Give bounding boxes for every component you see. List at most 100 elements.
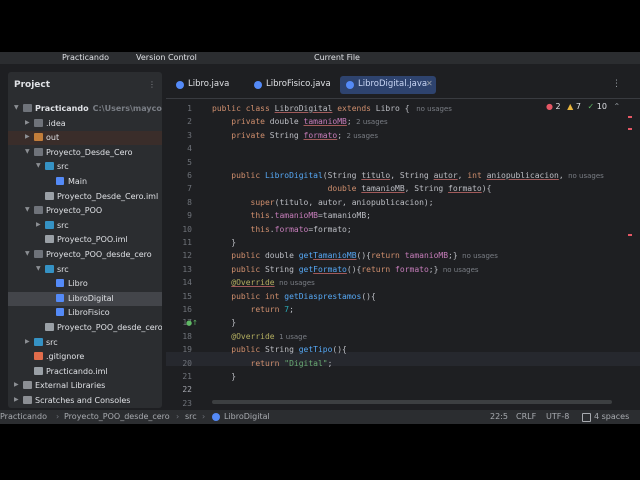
file-encoding[interactable]: UTF-8 <box>546 412 569 421</box>
code-line[interactable]: this.formato=formato; <box>212 225 352 237</box>
tree-item[interactable]: Libro <box>8 277 162 291</box>
project-pane-title[interactable]: Project <box>14 80 50 90</box>
code-line[interactable]: private double tamanioMB; 2 usages <box>212 117 387 129</box>
tree-item-text: Practicando <box>35 104 89 113</box>
tree-item[interactable]: LibroFisico <box>8 306 162 320</box>
usage-hint[interactable]: 2 usages <box>352 118 387 126</box>
tree-item[interactable]: ▼ PracticandoC:\Users\mayco\de <box>8 102 162 116</box>
chevron-down-icon[interactable]: ▼ <box>36 162 41 169</box>
ide-body: Project ⋮ ▼PracticandoC:\Users\mayco\de▶… <box>0 64 640 420</box>
tab-librofisico[interactable]: LibroFisico.java <box>248 76 336 94</box>
tree-item[interactable]: Practicando.iml <box>8 365 162 379</box>
error-mark[interactable] <box>628 234 632 236</box>
run-gutter-icon[interactable]: ●↑ <box>186 319 198 327</box>
tree-item-text: src <box>57 220 69 230</box>
code-token: public <box>231 171 265 180</box>
code-line[interactable]: private String formato; 2 usages <box>212 131 378 143</box>
chevron-up-icon[interactable]: ⌃ <box>614 102 621 111</box>
usage-hint[interactable]: no usages <box>410 105 452 113</box>
code-line[interactable]: this.tamanioMB=tamanioMB; <box>212 211 371 223</box>
tree-item[interactable]: ▶ out <box>8 131 162 146</box>
chevron-down-icon[interactable]: ▼ <box>36 265 41 272</box>
java-class-icon <box>56 279 64 288</box>
tree-item[interactable]: ▶ src <box>8 219 162 233</box>
code-line[interactable]: } <box>212 372 236 384</box>
tree-item[interactable]: .gitignore <box>8 350 162 364</box>
usage-hint[interactable]: no usages <box>564 172 604 180</box>
error-stripe[interactable] <box>628 116 632 236</box>
code-line[interactable]: public String getTipo(){ <box>212 345 347 357</box>
close-icon[interactable]: ✕ <box>426 79 433 88</box>
code-line[interactable]: @Override no usages <box>212 278 315 290</box>
tree-item[interactable]: Proyecto_POO.iml <box>8 233 162 247</box>
code-line[interactable]: public class LibroDigital extends Libro … <box>212 104 452 116</box>
code-line[interactable]: public LibroDigital(String titulo, Strin… <box>212 171 604 183</box>
chevron-down-icon[interactable]: ▼ <box>25 206 30 213</box>
run-config[interactable]: Current File <box>314 53 360 62</box>
tree-item[interactable]: ▶ src <box>8 336 162 350</box>
vcs-menu[interactable]: Version Control <box>136 53 197 62</box>
code-line[interactable]: super(titulo, autor, aniopublicacion); <box>212 198 434 210</box>
tree-item[interactable]: ▶ .idea <box>8 117 162 131</box>
code-area[interactable]: public class LibroDigital extends Libro … <box>212 99 622 408</box>
chevron-down-icon[interactable]: ▼ <box>25 148 30 155</box>
code-token: Formato <box>313 264 347 274</box>
breadcrumb-project[interactable]: Practicando <box>0 412 47 421</box>
tree-item[interactable]: ▼ src <box>8 160 162 174</box>
chevron-right-icon[interactable]: ▶ <box>14 381 19 388</box>
usage-hint[interactable]: no usages <box>458 252 498 260</box>
horizontal-scrollbar[interactable] <box>212 400 612 404</box>
usage-hint[interactable]: 1 usage <box>275 333 307 341</box>
inspection-widget[interactable]: ● 2 ▲ 7 ✓ 10 ⌃ <box>546 102 620 111</box>
code-line[interactable]: @Override 1 usage <box>212 332 307 344</box>
tab-librodigital[interactable]: LibroDigital.java ✕ <box>340 76 436 94</box>
code-line[interactable]: return "Digital"; <box>212 359 333 371</box>
tree-item[interactable]: Proyecto_POO_desde_cero. <box>8 321 162 335</box>
code-token: formato <box>303 130 338 140</box>
tree-item[interactable]: ▶ External Libraries <box>8 379 162 393</box>
tree-item[interactable]: ▼ Proyecto_POO_desde_cero <box>8 248 162 262</box>
lock-icon[interactable] <box>582 413 591 422</box>
code-line[interactable]: return 7; <box>212 305 294 317</box>
project-name[interactable]: Practicando <box>62 53 109 62</box>
breadcrumb-src[interactable]: src <box>185 412 197 421</box>
more-vertical-icon[interactable]: ⋮ <box>612 79 621 89</box>
tree-item[interactable]: Proyecto_Desde_Cero.iml <box>8 190 162 204</box>
code-line[interactable]: double tamanioMB, String formato){ <box>212 184 492 196</box>
breadcrumb-module[interactable]: Proyecto_POO_desde_cero <box>64 412 170 421</box>
tree-item[interactable]: ▶ Scratches and Consoles <box>8 394 162 408</box>
chevron-right-icon[interactable]: ▶ <box>14 396 19 403</box>
code-token: } <box>212 318 237 328</box>
usage-hint[interactable]: no usages <box>275 279 315 287</box>
error-mark[interactable] <box>628 116 632 118</box>
breadcrumb-class[interactable]: LibroDigital <box>224 412 270 421</box>
chevron-right-icon[interactable]: ▶ <box>36 221 41 228</box>
chevron-right-icon[interactable]: ▶ <box>25 119 30 126</box>
code-line[interactable]: } <box>212 238 236 250</box>
chevron-right-icon[interactable]: ▶ <box>25 133 30 140</box>
caret-position[interactable]: 22:5 <box>490 412 508 421</box>
indent-setting[interactable]: 4 spaces <box>594 412 629 421</box>
tree-item[interactable]: ▼ Proyecto_Desde_Cero <box>8 146 162 160</box>
tree-item[interactable]: LibroDigital <box>8 291 162 306</box>
line-ending[interactable]: CRLF <box>516 412 536 421</box>
chevron-right-icon[interactable]: ▶ <box>25 338 30 345</box>
code-line[interactable]: public String getFormato(){return format… <box>212 264 479 277</box>
usage-hint[interactable]: 2 usages <box>342 132 378 140</box>
tree-item[interactable]: ▼ src <box>8 263 162 277</box>
tree-item[interactable]: Main <box>8 175 162 189</box>
chevron-down-icon[interactable]: ▼ <box>14 104 19 111</box>
tab-libro[interactable]: Libro.java <box>170 76 242 94</box>
more-vertical-icon[interactable]: ⋮ <box>148 80 156 89</box>
error-mark[interactable] <box>628 128 632 130</box>
code-line[interactable]: public double getTamanioMB(){return tama… <box>212 251 498 263</box>
tree-item[interactable]: ▼ Proyecto_POO <box>8 204 162 218</box>
chevron-down-icon[interactable]: ▼ <box>25 250 30 257</box>
code-line[interactable]: public int getDiasprestamos(){ <box>212 292 376 304</box>
folder-icon <box>34 337 43 346</box>
code-line[interactable]: } <box>212 318 236 330</box>
usage-hint[interactable]: no usages <box>438 266 479 274</box>
